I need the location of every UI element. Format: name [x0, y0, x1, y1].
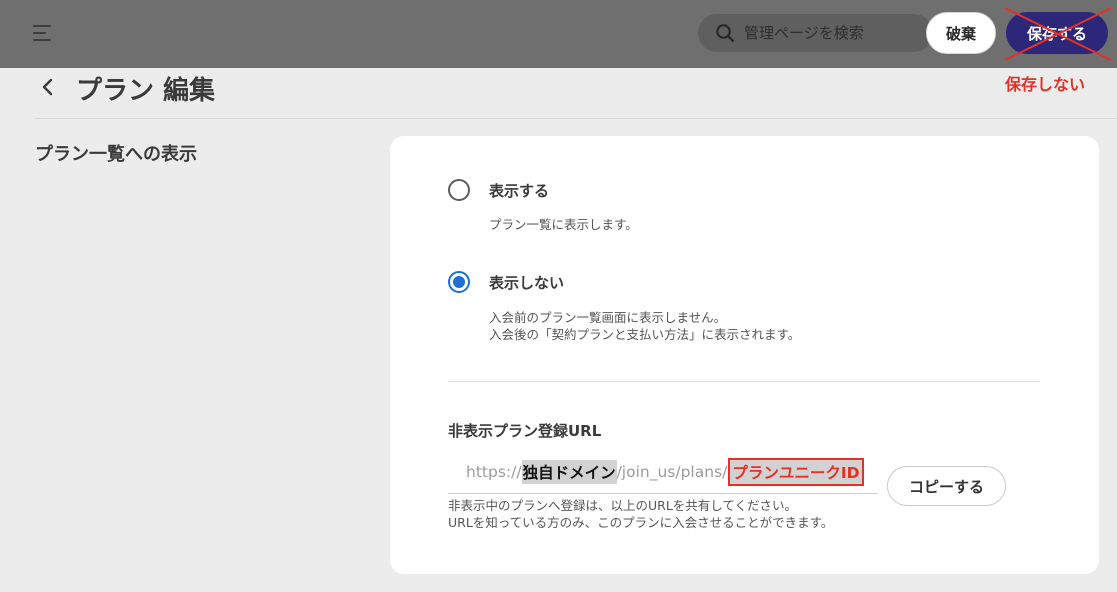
section-label: プラン一覧への表示	[35, 144, 197, 165]
search-input[interactable]	[742, 23, 916, 43]
top-bar: 破棄 保存する	[0, 0, 1117, 68]
option-description-hide: 入会前のプラン一覧画面に表示しません。 入会後の「契約プランと支払い方法」に表示…	[489, 309, 800, 343]
hidden-url-help: 非表示中のプランへ登録は、以上のURLを共有してください。 URLを知っている方…	[448, 497, 833, 531]
description-line: 入会前のプラン一覧画面に表示しません。	[489, 310, 727, 325]
hidden-url-title: 非表示プラン登録URL	[448, 422, 602, 440]
option-label-show[interactable]: 表示する	[489, 180, 549, 201]
description-line: 入会後の「契約プランと支払い方法」に表示されます。	[489, 327, 801, 342]
search-icon	[716, 24, 735, 43]
page-title: プラン 編集	[76, 76, 216, 106]
hidden-url-field[interactable]: https:// 独自ドメイン /join_us/plans/ プランユニークI…	[448, 451, 878, 494]
url-domain-placeholder: 独自ドメイン	[521, 460, 617, 484]
discard-button[interactable]: 破棄	[926, 12, 996, 54]
save-button[interactable]: 保存する	[1006, 12, 1108, 54]
copy-button[interactable]: コピーする	[887, 466, 1006, 506]
option-description-show: プラン一覧に表示します。	[489, 216, 638, 233]
divider	[448, 381, 1040, 382]
no-save-annotation: 保存しない	[1005, 75, 1086, 94]
search-box[interactable]	[698, 14, 933, 52]
url-plan-id-placeholder: プランユニークID	[728, 458, 864, 486]
radio-hide[interactable]	[448, 271, 470, 293]
help-line: 非表示中のプランへ登録は、以上のURLを共有してください。	[448, 498, 798, 513]
visibility-settings-card: 表示する プラン一覧に表示します。 表示しない 入会前のプラン一覧画面に表示しま…	[390, 136, 1099, 574]
divider	[35, 118, 1117, 119]
url-path: /join_us/plans/	[616, 463, 728, 481]
url-prefix: https://	[466, 463, 522, 481]
chevron-left-icon[interactable]	[38, 76, 58, 98]
radio-show[interactable]	[448, 179, 470, 201]
hamburger-icon[interactable]	[33, 25, 51, 41]
description-line: プラン一覧に表示します。	[489, 217, 638, 232]
hidden-url-value: https:// 独自ドメイン /join_us/plans/ プランユニークI…	[466, 458, 864, 486]
help-line: URLを知っている方のみ、このプランに入会させることができます。	[448, 515, 834, 530]
option-label-hide[interactable]: 表示しない	[489, 272, 564, 293]
